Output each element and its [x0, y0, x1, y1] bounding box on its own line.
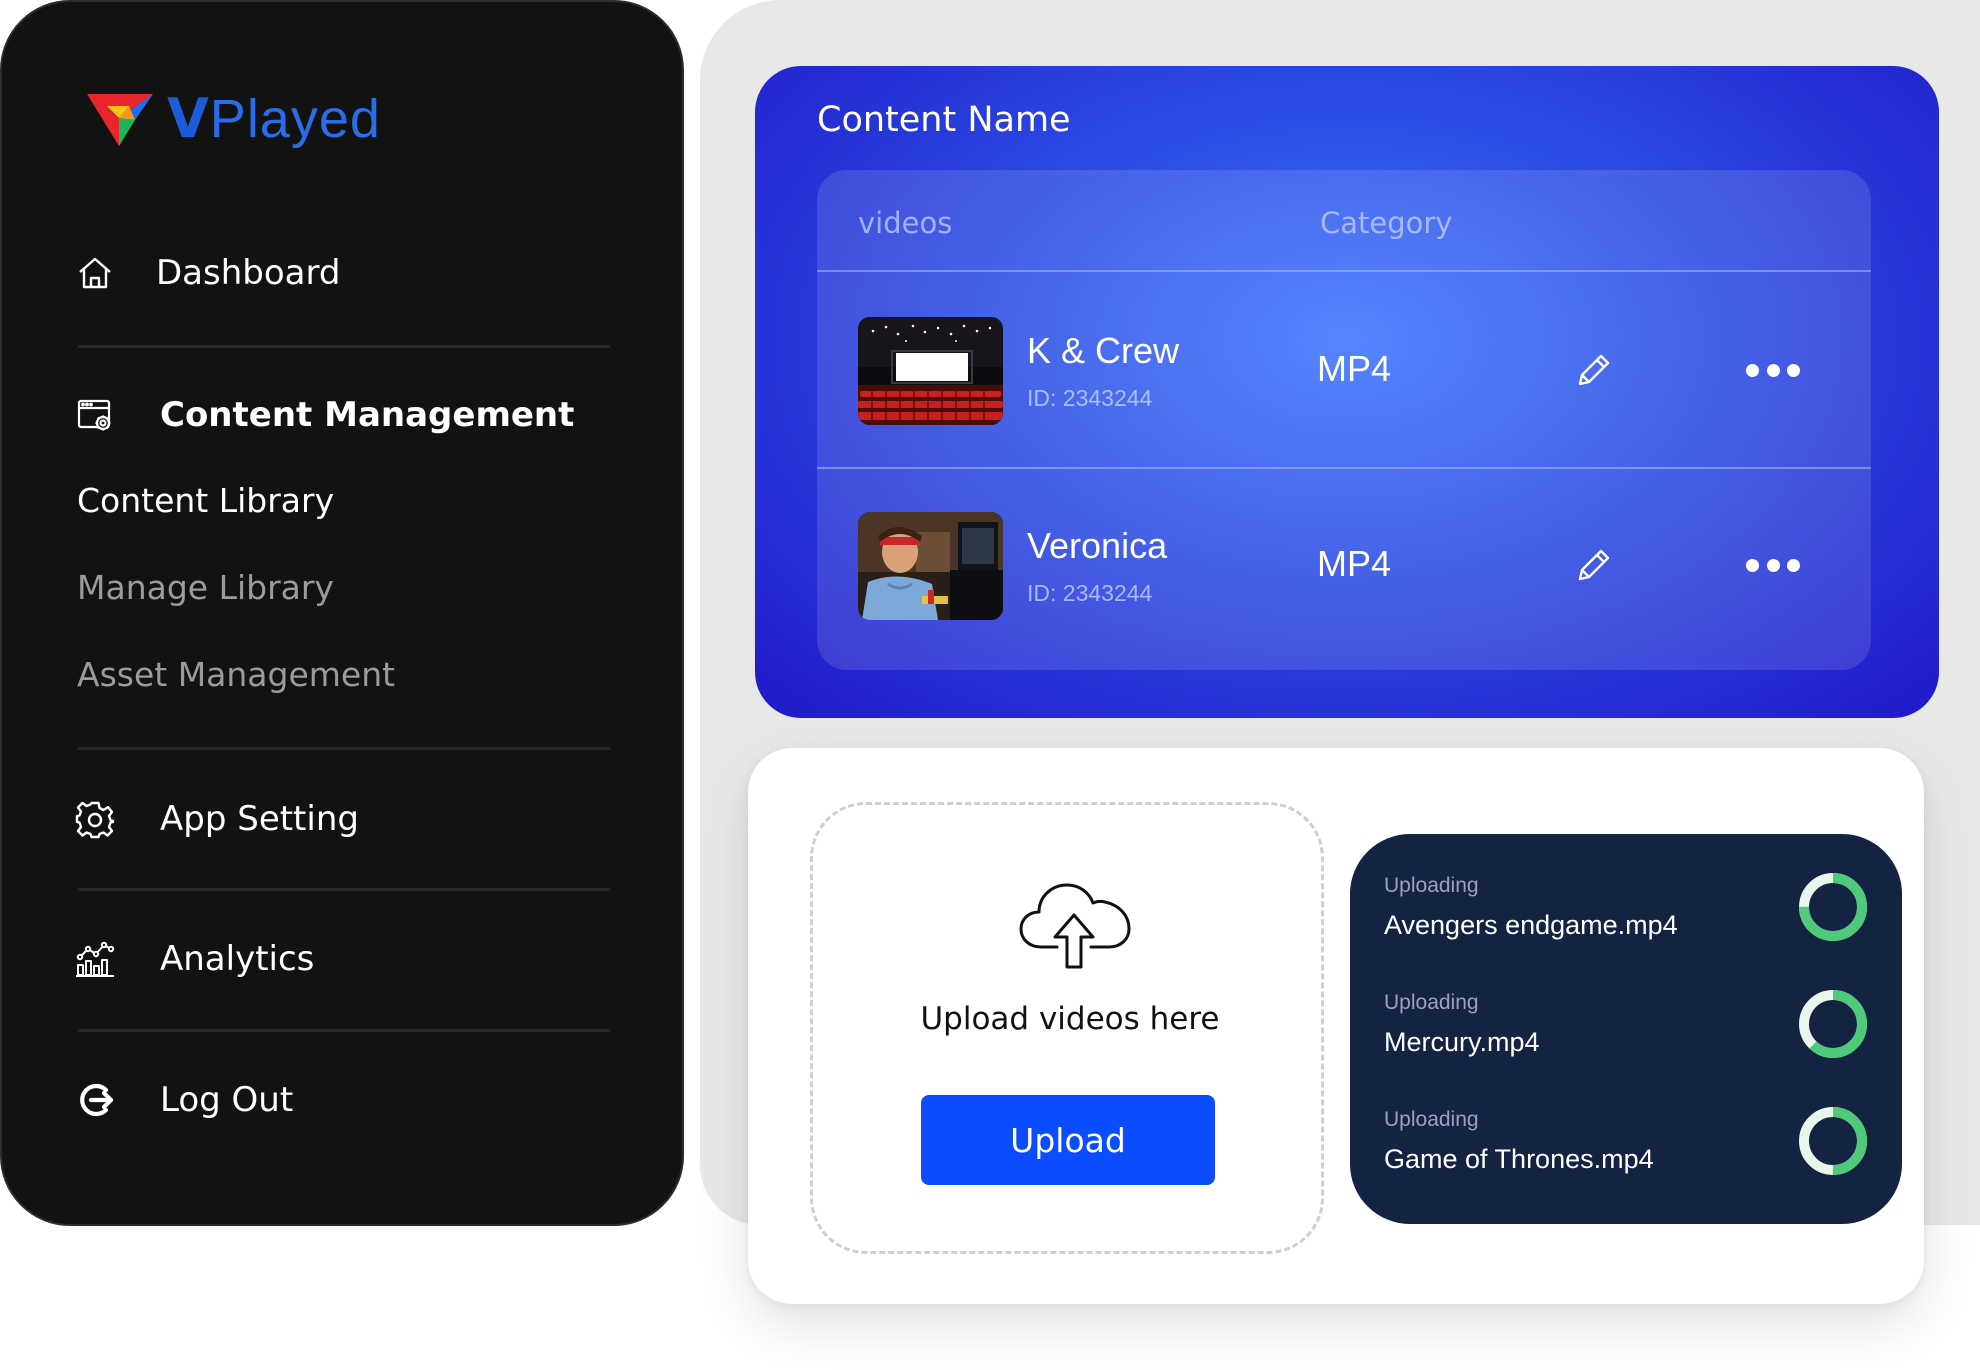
sidebar-divider: [78, 888, 610, 891]
more-options-icon[interactable]: [1746, 360, 1800, 380]
vplayed-logo[interactable]: VPlayed: [85, 88, 381, 150]
table-row[interactable]: Veronica ID: 2343244 MP4: [817, 467, 1871, 662]
man-at-computer-thumbnail: [858, 512, 1003, 620]
nav-analytics-label: Analytics: [160, 939, 315, 979]
upload-card: Upload videos here Upload Uploading Aven…: [748, 748, 1924, 1304]
analytics-icon: [74, 938, 116, 980]
sidebar-divider: [78, 345, 610, 348]
content-table: videos Category K & Crew ID: 2343244 MP4…: [817, 170, 1871, 670]
sub-item-asset-management[interactable]: Asset Management: [77, 655, 395, 694]
upload-drop-text: Upload videos here: [920, 1001, 1220, 1037]
row-category: MP4: [1317, 348, 1392, 389]
column-header-category: Category: [1320, 206, 1453, 240]
browser-gear-icon: [74, 394, 116, 436]
sidebar-divider: [78, 1029, 610, 1032]
nav-dashboard[interactable]: Dashboard: [74, 252, 340, 294]
upload-progress-ring: [1799, 873, 1867, 941]
sidebar: VPlayed Dashboard Content Management Con…: [0, 0, 684, 1226]
sidebar-divider: [78, 747, 610, 750]
edit-pencil-icon[interactable]: [1572, 543, 1616, 587]
edit-pencil-icon[interactable]: [1572, 348, 1616, 392]
cloud-upload-icon: [1019, 883, 1131, 969]
nav-app-setting-label: App Setting: [160, 799, 359, 839]
row-id: ID: 2343244: [1027, 580, 1153, 606]
logout-icon: [74, 1079, 116, 1121]
row-id: ID: 2343244: [1027, 385, 1153, 411]
nav-content-management[interactable]: Content Management: [74, 394, 574, 436]
home-icon: [74, 252, 116, 294]
nav-analytics[interactable]: Analytics: [74, 938, 314, 980]
row-title: K & Crew: [1027, 330, 1180, 371]
vplayed-logo-icon: [87, 94, 153, 146]
nav-dashboard-label: Dashboard: [156, 253, 341, 293]
row-category: MP4: [1317, 543, 1392, 584]
upload-drop-zone[interactable]: Upload videos here Upload: [810, 802, 1324, 1254]
content-card-title: Content Name: [817, 100, 1071, 140]
column-header-videos: videos: [858, 206, 953, 240]
nav-content-management-label: Content Management: [160, 395, 575, 435]
table-row[interactable]: K & Crew ID: 2343244 MP4: [817, 272, 1871, 467]
row-title: Veronica: [1027, 525, 1168, 566]
more-options-icon[interactable]: [1746, 555, 1800, 575]
upload-button[interactable]: Upload: [921, 1095, 1215, 1185]
nav-log-out[interactable]: Log Out: [74, 1079, 293, 1121]
vplayed-logo-text: VPlayed: [167, 87, 381, 150]
cinema-hall-thumbnail: [858, 317, 1003, 425]
gear-icon: [74, 798, 116, 840]
sub-item-manage-library[interactable]: Manage Library: [77, 568, 334, 607]
nav-log-out-label: Log Out: [160, 1080, 294, 1120]
content-card: Content Name videos Category K & Crew ID…: [755, 66, 1939, 718]
upload-progress-ring: [1799, 990, 1867, 1058]
nav-app-setting[interactable]: App Setting: [74, 798, 359, 840]
sub-item-content-library[interactable]: Content Library: [77, 481, 334, 520]
upload-queue-panel: Uploading Avengers endgame.mp4 Uploading…: [1350, 834, 1902, 1224]
upload-progress-ring: [1799, 1107, 1867, 1175]
